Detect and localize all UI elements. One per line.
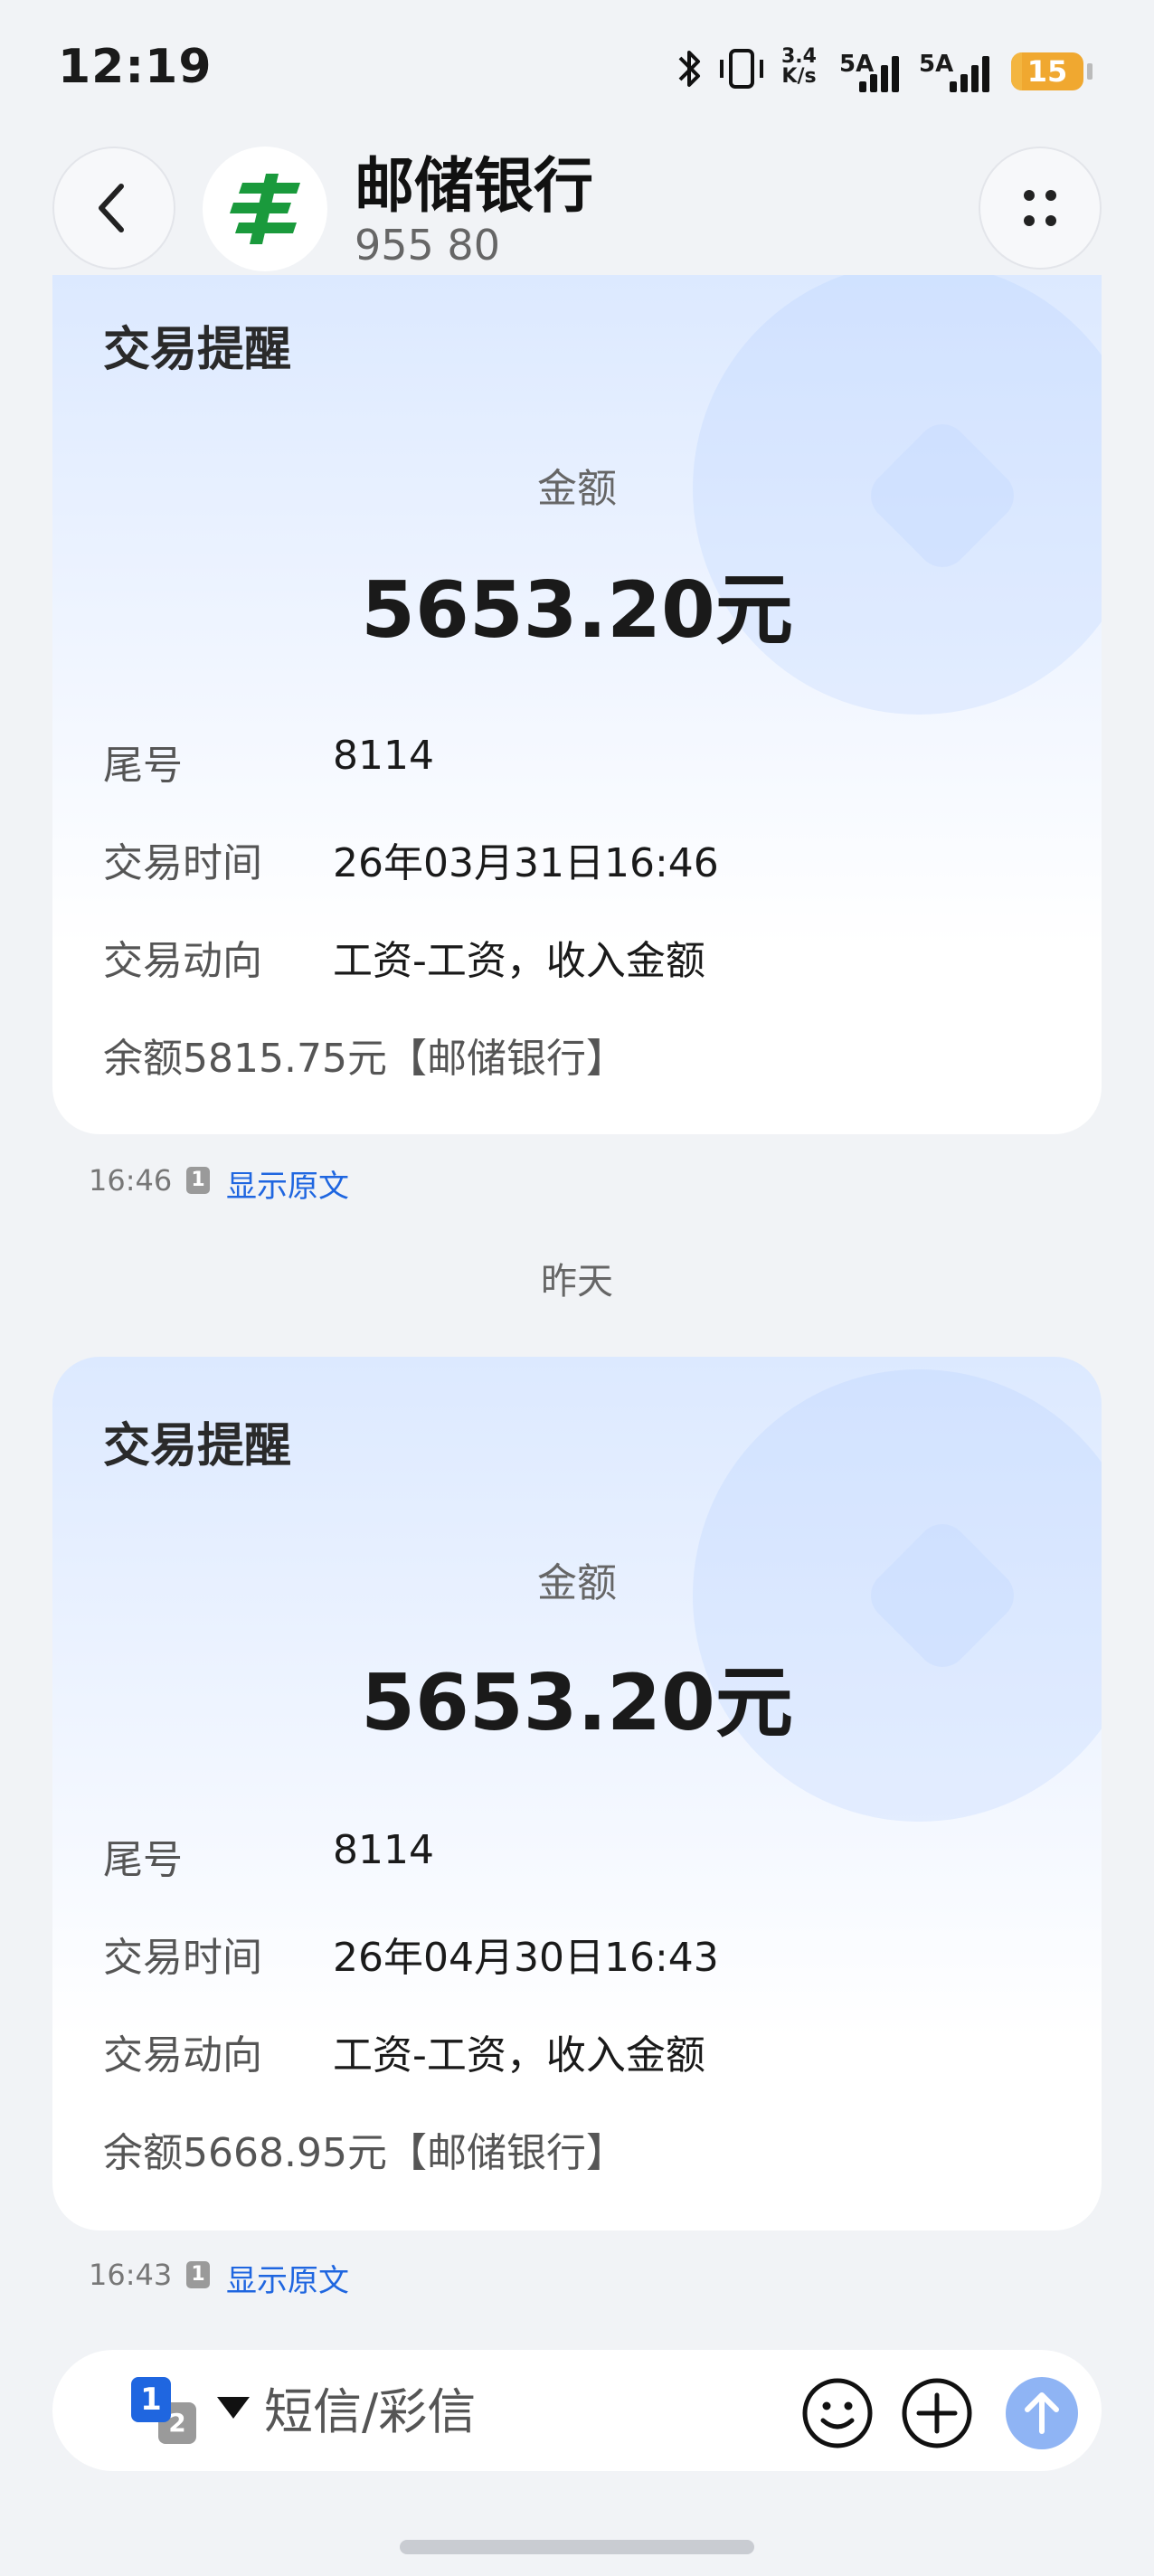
row-value: 8114 <box>333 733 434 779</box>
emoji-icon[interactable] <box>801 2377 874 2449</box>
row-label: 尾号 <box>103 743 183 789</box>
caret-down-icon[interactable] <box>217 2397 250 2419</box>
balance-text: 余额5668.95元【邮储银行】 <box>103 2130 626 2176</box>
bank-logo-mark <box>230 174 300 244</box>
amount-label: 金额 <box>537 466 617 512</box>
row-label: 交易时间 <box>103 840 262 886</box>
row-value: 26年03月31日16:46 <box>333 840 719 886</box>
message-card[interactable]: 交易提醒 金额 5653.20元 尾号 8114 交易时间 26年04月30日1… <box>52 1357 1102 2230</box>
amount-label: 金额 <box>537 1560 617 1606</box>
show-original-link[interactable]: 显示原文 <box>226 1161 349 1206</box>
bank-logo-icon[interactable] <box>203 147 327 271</box>
send-arrow-icon <box>1025 2392 1059 2434</box>
amount-value: 5653.20元 <box>361 1658 793 1748</box>
row-label: 尾号 <box>103 1837 183 1883</box>
add-icon[interactable] <box>901 2377 973 2449</box>
card-title: 交易提醒 <box>103 1419 292 1473</box>
message-input[interactable] <box>264 2375 771 2448</box>
net-speed-value: 3.4 <box>781 45 817 68</box>
battery-level: 15 <box>1026 54 1068 89</box>
more-button[interactable] <box>979 147 1102 270</box>
row-value: 工资-工资，收入金额 <box>333 2032 705 2079</box>
row-label: 交易时间 <box>103 1935 262 1981</box>
contact-number: 955 80 <box>355 221 500 270</box>
message-time: 16:43 <box>89 2258 173 2292</box>
row-label: 交易动向 <box>103 2032 262 2079</box>
battery-icon: 15 <box>1011 52 1083 90</box>
battery-nub <box>1087 63 1093 80</box>
card-title: 交易提醒 <box>103 323 292 377</box>
balance-text: 余额5815.75元【邮储银行】 <box>103 1036 626 1082</box>
row-value: 工资-工资，收入金额 <box>333 938 705 984</box>
message-time: 16:46 <box>89 1163 173 1198</box>
vibrate-icon <box>720 49 763 89</box>
row-label: 交易动向 <box>103 938 262 984</box>
status-bar: 12:19 3.4 K/s 5A 5A 15 <box>0 0 1154 136</box>
net-speed: 3.4 K/s <box>781 47 817 87</box>
net-speed-unit: K/s <box>781 65 817 88</box>
back-button[interactable] <box>52 147 175 270</box>
sim-badge: 1 <box>186 2261 210 2288</box>
row-value: 8114 <box>333 1827 434 1873</box>
amount-value: 5653.20元 <box>361 565 793 656</box>
message-card[interactable]: 交易提醒 金额 5653.20元 尾号 8114 交易时间 26年03月31日1… <box>52 275 1102 1134</box>
date-divider: 昨天 <box>541 1261 613 1302</box>
chevron-left-icon <box>99 184 124 232</box>
signal-icon <box>946 52 995 92</box>
row-value: 26年04月30日16:43 <box>333 1935 719 1981</box>
sim-badge: 1 <box>186 1167 210 1194</box>
home-indicator[interactable] <box>400 2540 754 2554</box>
bluetooth-icon <box>678 51 700 87</box>
contact-name: 邮储银行 <box>355 151 593 221</box>
status-time: 12:19 <box>58 40 213 94</box>
sim-1-icon[interactable]: 1 <box>131 2377 171 2422</box>
send-button[interactable] <box>1006 2377 1078 2449</box>
show-original-link[interactable]: 显示原文 <box>226 2256 349 2300</box>
signal-icon <box>856 52 904 92</box>
more-dots-icon <box>1024 190 1056 226</box>
